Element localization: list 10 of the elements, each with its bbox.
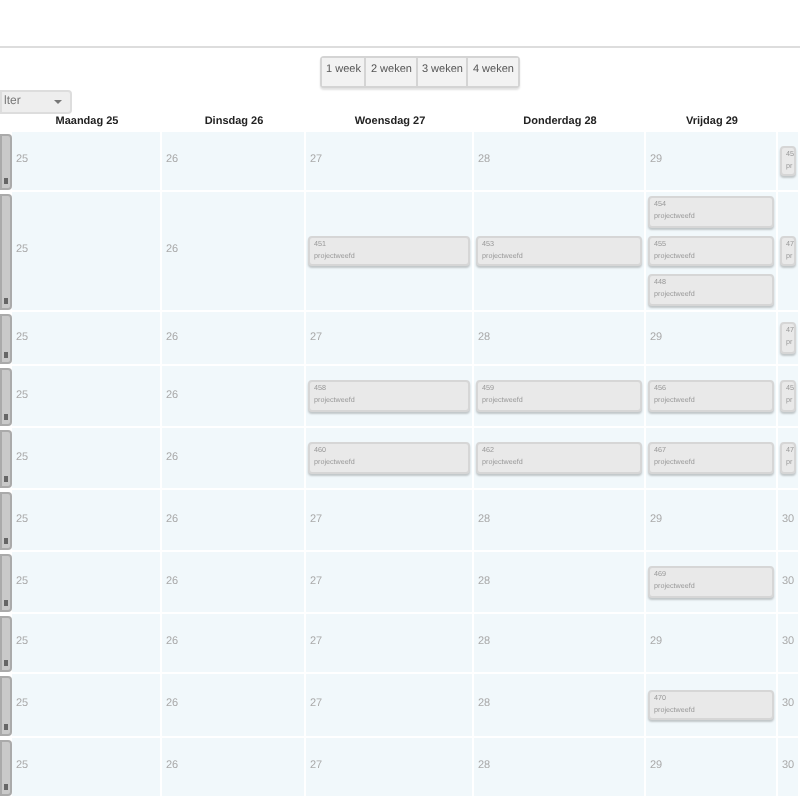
row-handle[interactable] [0, 492, 12, 550]
row-handle[interactable] [0, 430, 12, 488]
row-handle[interactable] [0, 616, 12, 672]
row-handle[interactable] [0, 676, 12, 736]
row-handle[interactable] [0, 368, 12, 426]
row-handle[interactable] [0, 194, 12, 310]
row-handle[interactable] [0, 134, 12, 190]
row-handle[interactable] [0, 554, 12, 612]
row-handle[interactable] [0, 314, 12, 364]
row-handle[interactable] [0, 740, 12, 796]
